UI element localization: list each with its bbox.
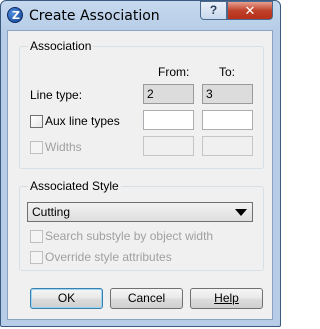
style-dropdown-value: Cutting xyxy=(32,205,71,219)
widths-checkbox[interactable] xyxy=(30,141,43,154)
association-group-title: Association xyxy=(28,39,94,53)
aux-line-types-label[interactable]: Aux line types xyxy=(45,114,120,128)
search-substyle-label: Search substyle by object width xyxy=(45,229,214,243)
widths-label: Widths xyxy=(45,140,82,154)
help-title-button[interactable]: ? xyxy=(200,1,227,20)
to-header: To: xyxy=(219,65,236,79)
window-title: Create Association xyxy=(29,8,160,24)
widths-from-field[interactable] xyxy=(143,136,194,156)
line-type-from-value: 2 xyxy=(147,87,154,101)
aux-from-field[interactable] xyxy=(143,110,194,130)
help-button-label: Help xyxy=(214,291,239,305)
ok-button[interactable]: OK xyxy=(30,288,103,309)
override-style-label: Override style attributes xyxy=(45,250,172,264)
aux-line-types-checkbox[interactable] xyxy=(30,115,43,128)
cancel-button[interactable]: Cancel xyxy=(110,288,183,309)
line-type-to-field[interactable]: 3 xyxy=(202,84,253,104)
line-type-from-field[interactable]: 2 xyxy=(143,84,194,104)
help-button[interactable]: Help xyxy=(190,288,263,309)
line-type-to-value: 3 xyxy=(206,87,213,101)
close-button[interactable]: ✕ xyxy=(227,1,273,20)
associated-style-group-title: Associated Style xyxy=(28,179,121,193)
title-bar[interactable]: Z Create Association ? ✕ xyxy=(1,1,282,31)
style-dropdown[interactable]: Cutting xyxy=(27,202,253,222)
widths-to-field[interactable] xyxy=(202,136,253,156)
app-icon: Z xyxy=(7,7,23,23)
chevron-down-icon[interactable] xyxy=(235,209,247,216)
override-style-checkbox[interactable] xyxy=(30,251,43,264)
line-type-label: Line type: xyxy=(30,88,83,102)
aux-to-field[interactable] xyxy=(202,110,253,130)
from-header: From: xyxy=(158,65,190,79)
search-substyle-checkbox[interactable] xyxy=(30,230,43,243)
